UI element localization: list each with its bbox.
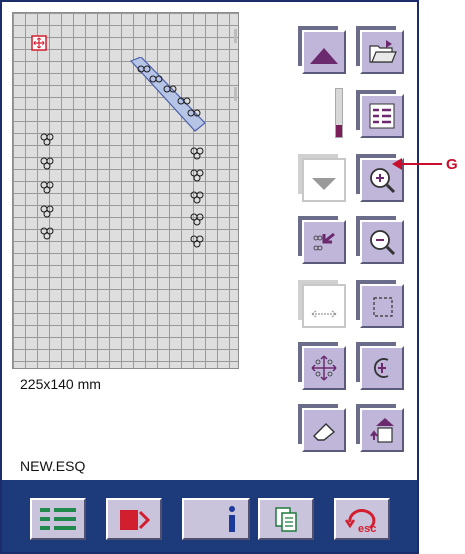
- speed-slider-fill: [336, 125, 342, 137]
- triangle-up-icon: [310, 48, 338, 64]
- center-move-icon: [311, 355, 337, 381]
- rotate-icon: [374, 358, 389, 378]
- right-stitch-column[interactable]: [187, 145, 207, 257]
- hoop-position-icon[interactable]: [31, 35, 47, 51]
- layer-up-button[interactable]: [360, 408, 404, 452]
- pointer-select-icon: [313, 232, 335, 251]
- info-icon: [229, 506, 235, 532]
- bottom-toolbar: esc: [2, 480, 417, 552]
- copy-pages-icon: [275, 507, 297, 532]
- hoop-dimensions: 225x140 mm: [20, 376, 101, 392]
- layer-up-icon: [370, 418, 394, 443]
- folder-open-icon: [369, 40, 397, 63]
- menu-list-icon: [40, 508, 76, 530]
- callout-line: [398, 163, 442, 165]
- frame-button[interactable]: [360, 284, 404, 328]
- file-name: NEW.ESQ: [20, 458, 86, 474]
- zoom-out-button[interactable]: [360, 220, 404, 264]
- speed-slider[interactable]: [335, 88, 343, 138]
- center-design-button[interactable]: [302, 346, 346, 390]
- left-stitch-column[interactable]: [37, 131, 57, 251]
- esc-button[interactable]: esc: [334, 498, 390, 540]
- esc-return-icon: esc: [344, 509, 376, 535]
- list-icon: [369, 103, 395, 129]
- move-down-button[interactable]: [302, 158, 346, 202]
- copy-button[interactable]: [258, 498, 314, 540]
- machine-button[interactable]: [106, 498, 162, 540]
- resize-horizontal-button[interactable]: [302, 284, 346, 328]
- move-up-button[interactable]: [302, 30, 346, 74]
- open-folder-button[interactable]: [360, 30, 404, 74]
- menu-list-button[interactable]: [30, 498, 86, 540]
- rotate-button[interactable]: [360, 346, 404, 390]
- machine-icon: [120, 510, 151, 530]
- erase-button[interactable]: [302, 408, 346, 452]
- resize-horizontal-icon: [311, 310, 337, 318]
- callout-arrowhead: [392, 158, 402, 170]
- triangle-down-icon: [312, 178, 336, 190]
- dashed-frame-icon: [373, 297, 393, 317]
- scroll-indicator-top: [234, 29, 237, 43]
- svg-text:esc: esc: [358, 523, 376, 535]
- design-grid[interactable]: [12, 12, 239, 369]
- list-button[interactable]: [360, 94, 404, 138]
- scroll-indicator-middle: [234, 87, 237, 101]
- selected-stitch-group[interactable]: [123, 57, 205, 137]
- info-button[interactable]: [182, 498, 250, 540]
- select-pointer-button[interactable]: [302, 220, 346, 264]
- zoom-out-icon: [370, 230, 396, 256]
- embroidery-screen: 225x140 mm NEW.ESQ esc: [0, 0, 419, 554]
- eraser-icon: [313, 423, 336, 441]
- callout-label: G: [446, 156, 458, 173]
